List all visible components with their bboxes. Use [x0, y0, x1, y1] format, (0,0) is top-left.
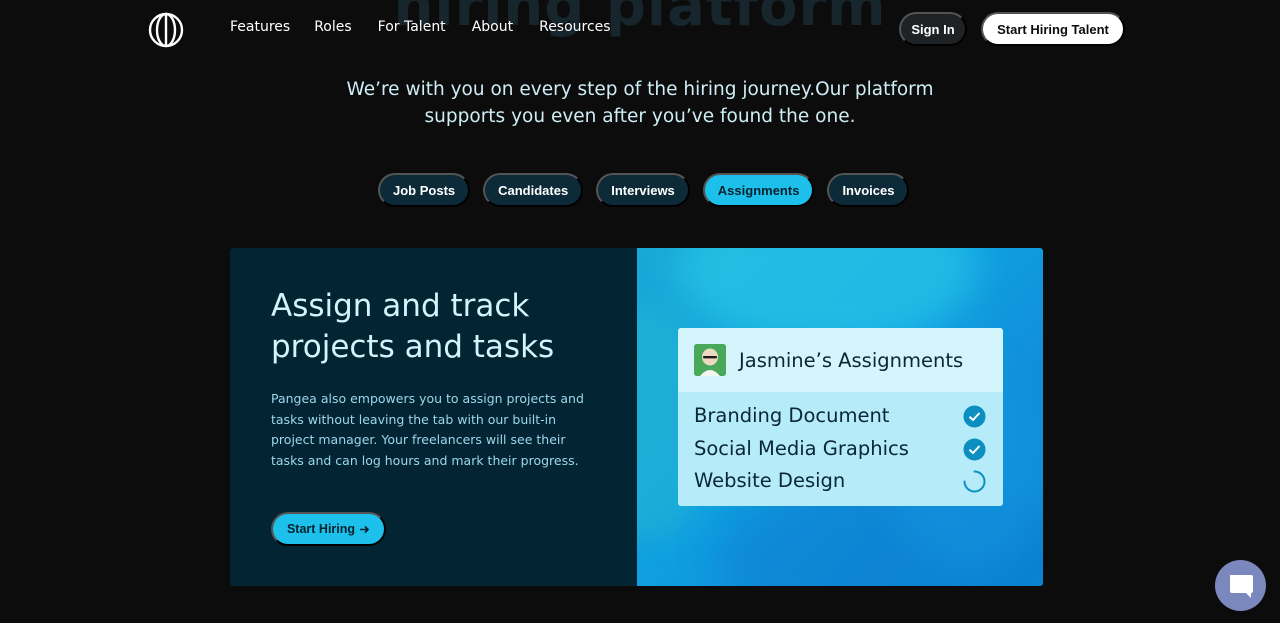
feature-text-panel: Assign and track projects and tasks Pang…: [230, 248, 637, 586]
assignment-label: Branding Document: [694, 404, 890, 427]
assignment-item: Social Media Graphics: [678, 433, 1003, 466]
assignments-widget: Jasmine’s Assignments Branding Document …: [678, 328, 1003, 506]
tab-assignments[interactable]: Assignments: [702, 173, 815, 207]
feature-description: Pangea also empowers you to assign proje…: [271, 391, 584, 468]
feature-tabs: Job Posts Candidates Interviews Assignme…: [378, 173, 910, 207]
sign-in-button[interactable]: Sign In: [899, 12, 967, 46]
feature-title-line-2: projects and tasks: [271, 329, 555, 365]
primary-nav: Features Roles For Talent About Resource…: [230, 19, 637, 35]
nav-link-about[interactable]: About: [472, 19, 513, 35]
assignment-label: Social Media Graphics: [694, 436, 909, 460]
tab-job-posts[interactable]: Job Posts: [378, 173, 471, 207]
nav-link-roles[interactable]: Roles: [314, 19, 351, 35]
chat-launcher-button[interactable]: [1215, 560, 1266, 611]
nav-link-resources[interactable]: Resources: [539, 19, 611, 35]
feature-title: Assign and track projects and tasks: [271, 286, 611, 368]
pangea-logo-icon[interactable]: [148, 12, 184, 48]
feature-title-line-1: Assign and track: [271, 288, 530, 324]
tab-candidates[interactable]: Candidates: [483, 173, 584, 207]
nav-link-features[interactable]: Features: [230, 19, 290, 35]
hero-subtitle: We’re with you on every step of the hiri…: [290, 76, 990, 130]
tab-interviews[interactable]: Interviews: [596, 173, 690, 207]
start-hiring-label: Start Hiring: [286, 522, 356, 536]
check-circle-icon: [963, 405, 986, 428]
check-circle-icon: [963, 438, 986, 460]
avatar: [694, 344, 726, 376]
assignments-header: Jasmine’s Assignments: [678, 328, 1003, 392]
arrow-right-icon: [360, 525, 370, 533]
start-hiring-talent-button[interactable]: Start Hiring Talent: [981, 12, 1125, 46]
tab-invoices[interactable]: Invoices: [827, 173, 910, 207]
feature-card: Assign and track projects and tasks Pang…: [230, 248, 1043, 586]
progress-spinner-icon: [963, 470, 986, 493]
assignments-list: Branding Document Social Media Graphics …: [678, 392, 1003, 498]
hero-subtitle-line-1: We’re with you on every step of the hiri…: [346, 79, 934, 100]
start-hiring-button[interactable]: Start Hiring: [271, 512, 386, 546]
feature-illustration-panel: Jasmine’s Assignments Branding Document …: [637, 248, 1043, 586]
hero-subtitle-line-2: supports you even after you’ve found the…: [424, 106, 856, 127]
assignment-item: Branding Document: [678, 400, 1003, 433]
assignments-title: Jasmine’s Assignments: [739, 349, 964, 372]
nav-link-for-talent[interactable]: For Talent: [378, 19, 446, 35]
chat-bubble-icon: [1230, 575, 1253, 598]
assignment-label: Website Design: [694, 469, 846, 492]
assignment-item: Website Design: [678, 465, 1003, 498]
avatar-portrait-icon: [694, 344, 726, 376]
top-navbar: Features Roles For Talent About Resource…: [0, 0, 1280, 58]
